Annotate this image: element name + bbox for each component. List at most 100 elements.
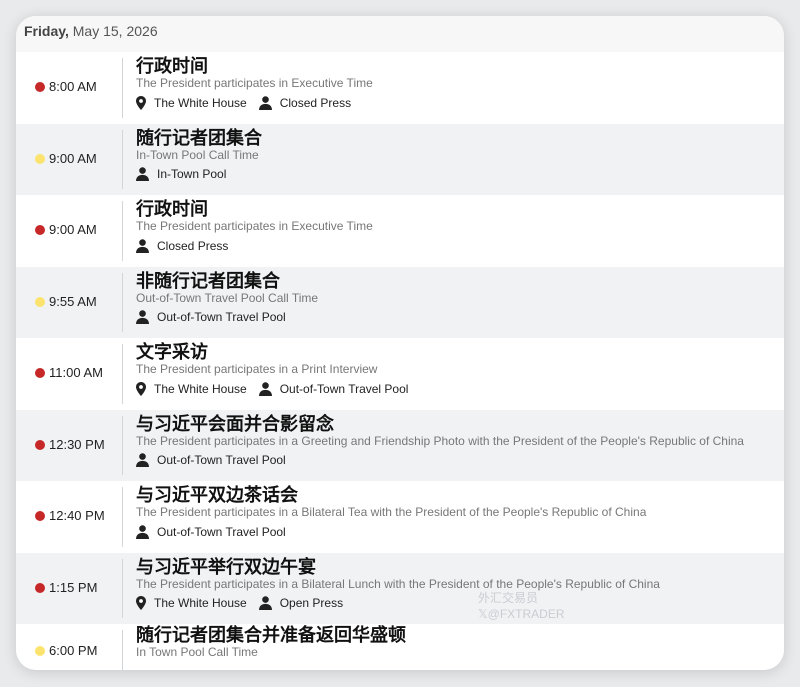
time-divider xyxy=(122,344,123,404)
event-press-access: Open Press xyxy=(258,596,344,610)
event-row[interactable]: 11:00 AM 文字采访 The President participates i… xyxy=(16,338,784,410)
event-subtitle: In-Town Pool Call Time xyxy=(136,147,259,162)
event-press-access: In-Town Pool xyxy=(136,167,226,181)
event-subtitle: In Town Pool Call Time xyxy=(136,645,258,659)
event-time: 9:00 AM xyxy=(49,150,97,166)
event-subtitle: Out-of-Town Travel Pool Call Time xyxy=(136,290,319,305)
event-row[interactable]: 9:00 AM 行政时间 The President participates in… xyxy=(16,195,784,267)
watermark: 外汇交易员 𝕏@FXTRADER xyxy=(478,590,565,622)
status-dot-yellow xyxy=(35,153,45,164)
time-divider xyxy=(122,201,123,261)
event-content: 与习近平双边茶话会 The President participates in a… xyxy=(136,485,778,540)
event-time: 9:00 AM xyxy=(49,222,97,237)
status-dot-yellow xyxy=(35,296,45,307)
status-dot-red xyxy=(35,225,45,235)
event-content: 行政时间 The President participates in Execut… xyxy=(136,56,778,111)
location-pin-icon xyxy=(136,95,154,110)
event-meta: Out-of-Town Travel Pool xyxy=(136,523,778,540)
event-meta: Out-of-Town Travel Pool xyxy=(136,452,778,469)
event-row[interactable]: 1:15 PM 与习近平举行双边午宴 The President participa… xyxy=(16,552,784,624)
event-time: 12:40 PM xyxy=(49,508,105,523)
event-title: 随行记者团集合 xyxy=(136,127,262,148)
event-content: 随行记者团集合并准备返回华盛顿 In Town Pool Call Time xyxy=(136,625,778,659)
event-subtitle: The President participates in a Print In… xyxy=(136,362,378,376)
event-title: 非随行记者团集合 xyxy=(136,270,280,291)
event-row[interactable]: 8:00 AM 行政时间 The President participates in… xyxy=(16,52,784,124)
time-divider xyxy=(122,272,123,332)
event-time: 6:00 PM xyxy=(49,643,98,658)
event-location: The White House xyxy=(136,381,247,396)
event-press-access: Out-of-Town Travel Pool xyxy=(136,453,286,467)
event-content: 与习近平举行双边午宴 The President participates in … xyxy=(136,557,778,612)
event-subtitle: The President participates in a Bilatera… xyxy=(136,576,660,591)
event-content: 文字采访 The President participates in a Prin… xyxy=(136,342,778,397)
time-divider xyxy=(122,129,123,189)
location-pin-icon xyxy=(136,596,154,610)
location-pin-icon xyxy=(136,381,154,396)
event-title: 文字采访 xyxy=(136,342,208,362)
event-row[interactable]: 9:55 AM 非随行记者团集合 Out-of-Town Travel Pool C… xyxy=(16,266,784,338)
event-row[interactable]: 12:30 PM 与习近平会面并合影留念 The President partici… xyxy=(16,409,784,481)
time-divider xyxy=(122,415,123,475)
status-dot-red xyxy=(35,368,45,378)
event-meta-label: The White House xyxy=(154,95,247,110)
event-row[interactable]: 6:00 PM 随行记者团集合并准备返回华盛顿 In Town Pool Call … xyxy=(16,624,784,670)
event-meta-label: Out-of-Town Travel Pool xyxy=(157,524,286,539)
status-dot-red xyxy=(35,439,45,450)
event-meta: Out-of-Town Travel Pool xyxy=(136,309,778,326)
event-meta-label: Closed Press xyxy=(157,238,229,253)
event-meta-label: Open Press xyxy=(279,596,344,610)
event-time: 8:00 AM xyxy=(49,79,97,94)
event-meta: The White House Open Press xyxy=(136,595,778,612)
event-time: 12:30 PM xyxy=(49,436,105,452)
event-content: 非随行记者团集合 Out-of-Town Travel Pool Call Tim… xyxy=(136,271,778,326)
time-divider xyxy=(122,487,123,547)
event-meta: In-Town Pool xyxy=(136,166,778,183)
event-subtitle: The President participates in Executive … xyxy=(136,76,373,90)
event-meta-label: Out-of-Town Travel Pool xyxy=(157,310,286,324)
event-row[interactable]: 9:00 AM 随行记者团集合 In-Town Pool Call Time In-T… xyxy=(16,123,784,195)
watermark-line-1: 外汇交易员 xyxy=(478,591,539,605)
event-press-access: Out-of-Town Travel Pool xyxy=(258,381,409,396)
event-row[interactable]: 12:40 PM 与习近平双边茶话会 The President participa… xyxy=(16,481,784,553)
person-icon xyxy=(136,167,157,181)
person-icon xyxy=(136,453,157,467)
event-press-access: Out-of-Town Travel Pool xyxy=(136,525,286,539)
event-meta: The White House Closed Press xyxy=(136,94,778,111)
date-text: May 15, 2026 xyxy=(72,23,158,39)
event-content: 行政时间 The President participates in Execut… xyxy=(136,199,778,254)
event-meta-label: The White House xyxy=(154,381,247,396)
event-meta-label: Out-of-Town Travel Pool xyxy=(279,381,409,396)
event-subtitle: The President participates in a Bilatera… xyxy=(136,505,647,519)
event-press-access: Closed Press xyxy=(136,239,228,253)
watermark-line-2: 𝕏@FXTRADER xyxy=(478,607,565,621)
person-icon xyxy=(258,381,280,396)
status-dot-red xyxy=(35,82,45,92)
event-time: 11:00 AM xyxy=(49,365,103,380)
event-meta-label: Out-of-Town Travel Pool xyxy=(157,453,286,467)
event-title: 与习近平举行双边午宴 xyxy=(136,556,316,577)
event-content: 随行记者团集合 In-Town Pool Call Time In-Town Poo… xyxy=(136,128,778,183)
event-subtitle: The President participates in a Greeting… xyxy=(136,433,744,448)
event-meta-label: The White House xyxy=(154,596,247,610)
person-icon xyxy=(258,596,280,610)
event-press-access: Out-of-Town Travel Pool xyxy=(136,310,286,324)
event-content: 与习近平会面并合影留念 The President participates in… xyxy=(136,414,778,469)
event-time: 9:55 AM xyxy=(49,293,97,309)
time-divider xyxy=(122,58,123,118)
event-list: 8:00 AM 行政时间 The President participates in… xyxy=(16,52,784,670)
event-meta-label: Closed Press xyxy=(279,95,352,110)
event-subtitle: The President participates in Executive … xyxy=(136,219,373,233)
event-meta: The White House Out-of-Town Travel Pool xyxy=(136,380,778,397)
time-divider xyxy=(122,558,123,618)
event-title: 与习近平双边茶话会 xyxy=(136,485,298,505)
event-location: The White House xyxy=(136,95,247,110)
event-meta-label: In-Town Pool xyxy=(157,167,227,181)
event-title: 行政时间 xyxy=(136,56,208,76)
person-icon xyxy=(136,524,157,539)
event-title: 行政时间 xyxy=(136,199,208,219)
date-weekday: Friday, xyxy=(24,23,69,39)
event-location: The White House xyxy=(136,596,247,610)
status-dot-yellow xyxy=(35,646,45,656)
event-title: 与习近平会面并合影留念 xyxy=(136,413,334,434)
